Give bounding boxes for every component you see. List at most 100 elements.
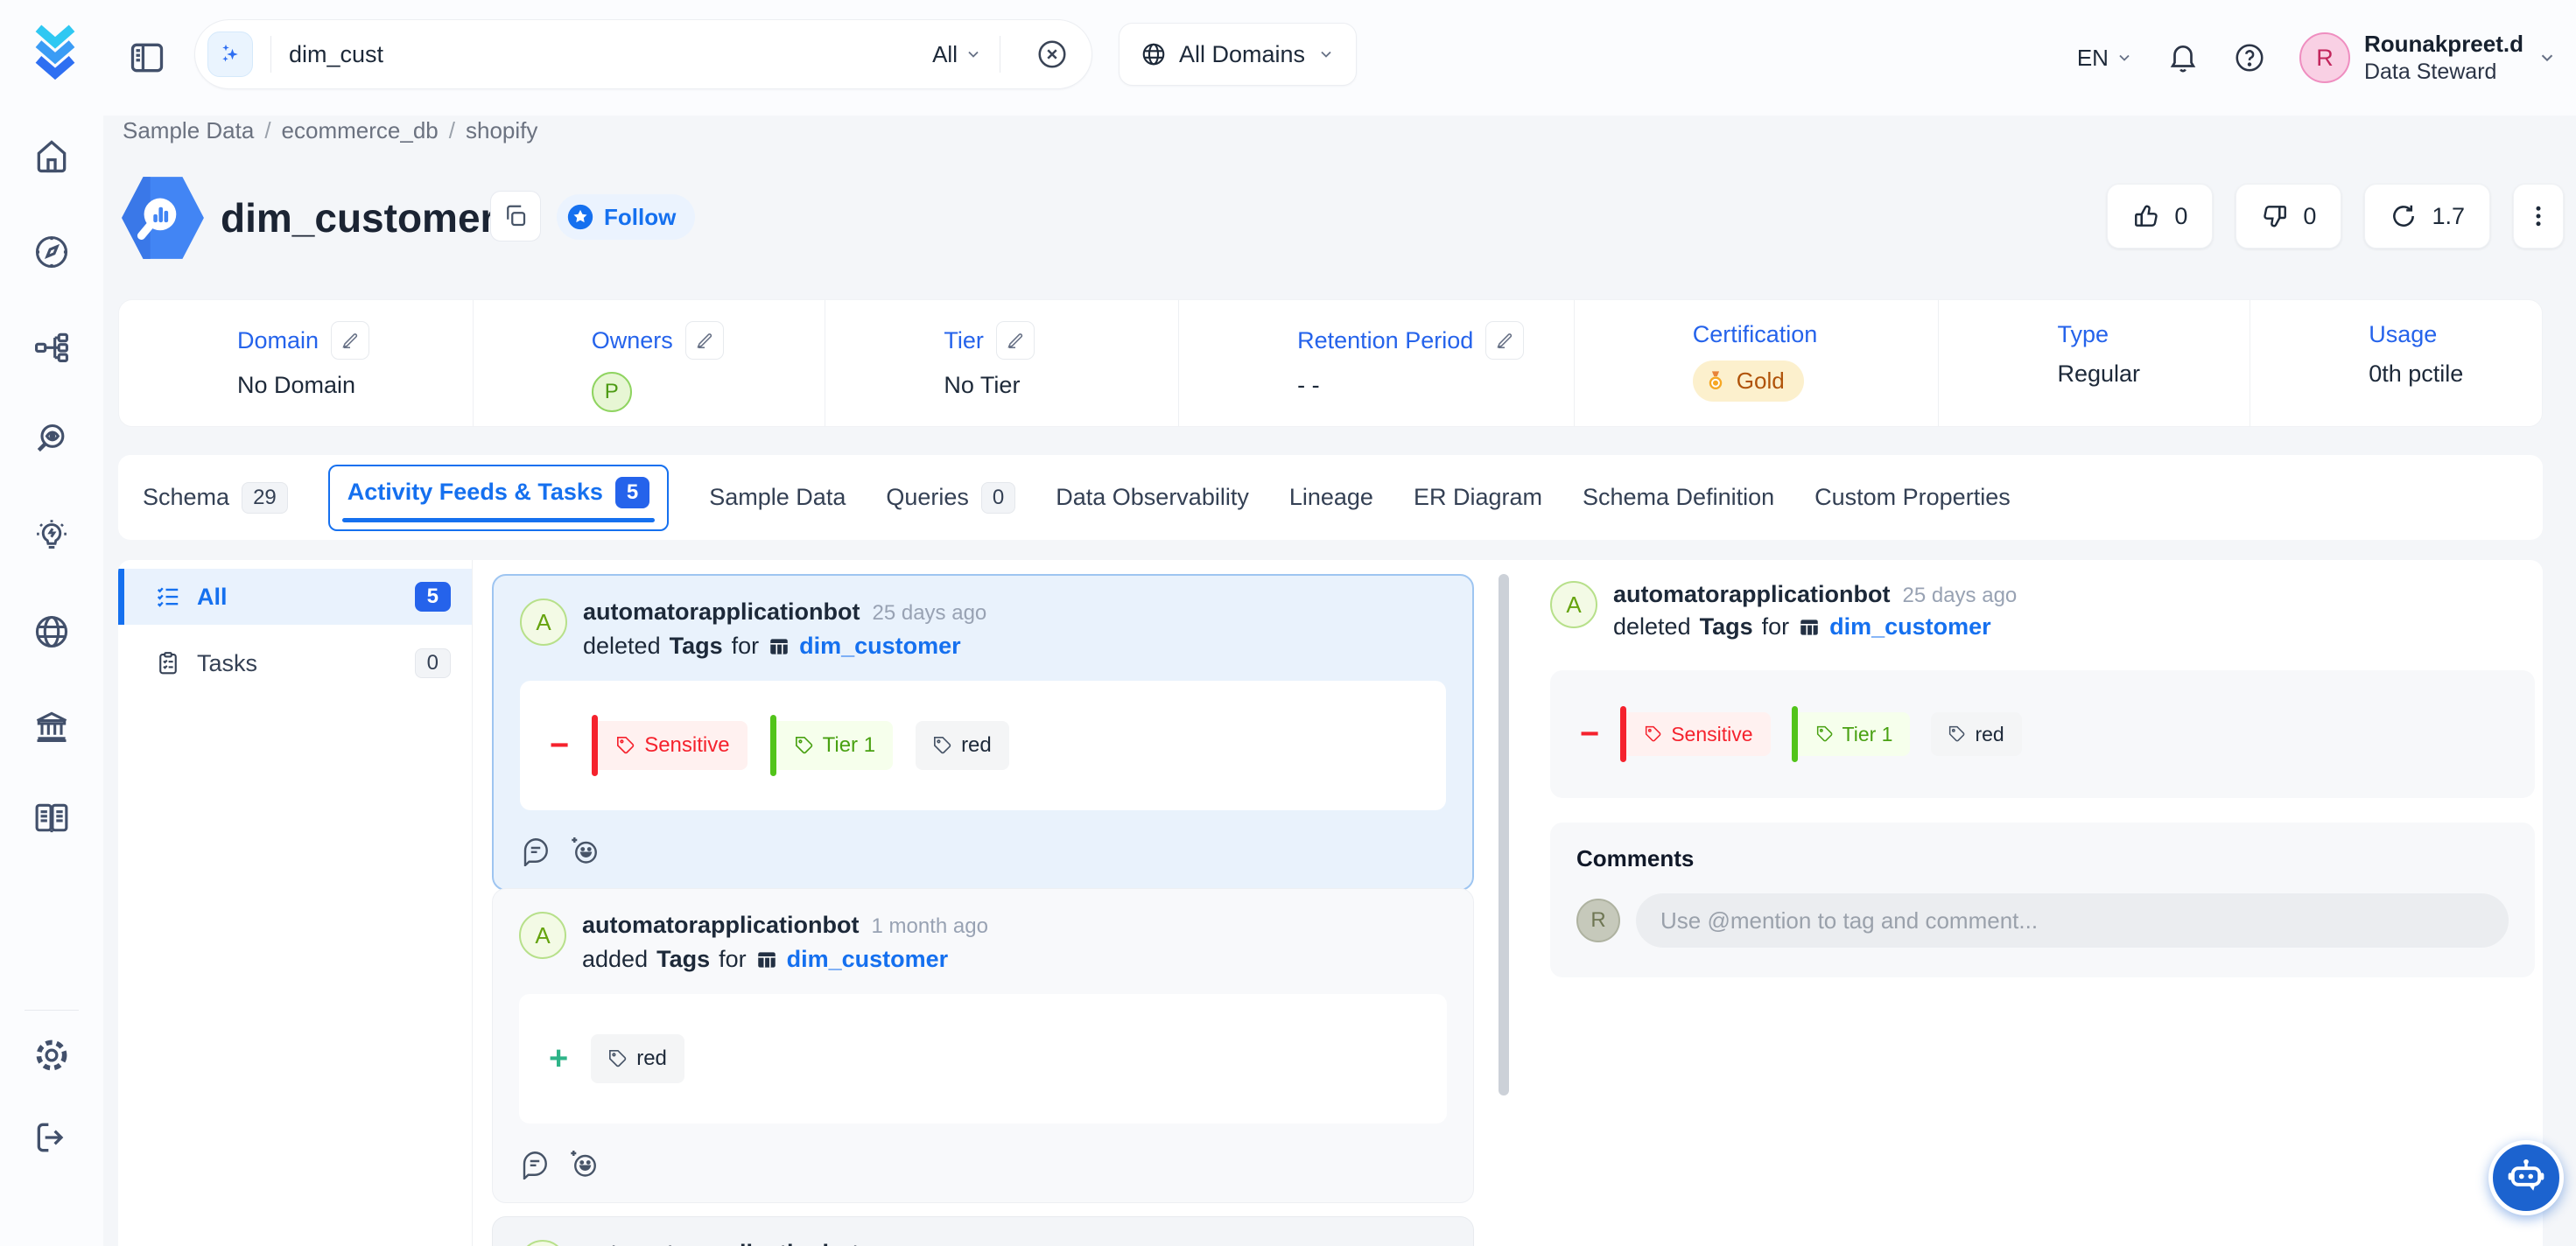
add-reaction-icon[interactable] — [569, 835, 600, 866]
nav-glossary-icon[interactable] — [32, 799, 71, 837]
meta-type: Type Regular — [1938, 300, 2250, 426]
version-button[interactable]: 1.7 — [2364, 184, 2490, 248]
feed-detail-panel: A automatorapplicationbot 25 days ago de… — [1550, 581, 2535, 977]
downvote-button[interactable]: 0 — [2236, 184, 2341, 248]
feed-filter-tasks[interactable]: Tasks 0 — [118, 635, 472, 691]
tab-er-diagram[interactable]: ER Diagram — [1414, 484, 1542, 511]
tab-count: 5 — [615, 477, 649, 508]
follow-button[interactable]: Follow — [557, 194, 695, 240]
pencil-icon — [340, 331, 360, 350]
search-scope-dropdown[interactable]: All — [932, 41, 982, 68]
feed-scrollbar[interactable] — [1499, 574, 1509, 1096]
entity-link[interactable]: dim_customer — [799, 633, 961, 660]
feed-card-added-tags[interactable]: A automatorapplicationbot 1 month ago ad… — [492, 888, 1474, 1203]
tag-chip-red[interactable]: red — [591, 1034, 684, 1083]
reply-comment-icon[interactable] — [520, 835, 551, 866]
all-domains-dropdown[interactable]: All Domains — [1119, 23, 1357, 86]
tag-chip-sensitive[interactable]: Sensitive — [592, 721, 747, 770]
bot-avatar: A — [1550, 581, 1597, 628]
chatbot-button[interactable] — [2488, 1140, 2564, 1215]
certification-value: Gold — [1737, 368, 1785, 395]
ai-sparkle-icon[interactable] — [207, 32, 253, 77]
tab-sample-data[interactable]: Sample Data — [709, 484, 846, 511]
feed-timestamp: 25 days ago — [873, 601, 987, 626]
tag-chip-red[interactable]: red — [916, 721, 1009, 770]
breadcrumb-item-database[interactable]: ecommerce_db — [282, 117, 439, 144]
nav-settings-icon[interactable] — [32, 1036, 71, 1074]
tag-label: Tier 1 — [823, 733, 875, 758]
tab-lineage[interactable]: Lineage — [1289, 484, 1373, 511]
feed-author[interactable]: automatorapplicationbot — [582, 1240, 860, 1246]
tab-schema-definition[interactable]: Schema Definition — [1583, 484, 1774, 511]
tab-label: Schema — [143, 484, 229, 511]
feed-author[interactable]: automatorapplicationbot — [583, 598, 860, 626]
chevron-down-icon — [965, 46, 982, 63]
comment-input[interactable] — [1636, 893, 2509, 948]
language-dropdown[interactable]: EN — [2077, 45, 2133, 72]
comments-title: Comments — [1576, 845, 2509, 872]
tab-activity-feeds[interactable]: Activity Feeds & Tasks 5 — [328, 465, 669, 531]
owner-avatar[interactable]: P — [592, 372, 632, 412]
nav-explore-icon[interactable] — [32, 233, 71, 271]
tag-chip-tier1[interactable]: Tier 1 — [770, 721, 893, 770]
feed-card-list: A automatorapplicationbot 25 days ago de… — [492, 560, 1474, 1246]
tag-chip-red[interactable]: red — [1931, 712, 2021, 756]
tab-queries[interactable]: Queries 0 — [886, 482, 1015, 514]
tag-icon — [608, 1049, 628, 1068]
meta-certification: Certification Gold — [1574, 300, 1939, 426]
search-clear-icon[interactable] — [1035, 38, 1069, 71]
global-search[interactable]: dim_cust All — [194, 19, 1092, 89]
breadcrumb-item-schema[interactable]: shopify — [466, 117, 537, 144]
tab-label: ER Diagram — [1414, 484, 1542, 511]
entity-link[interactable]: dim_customer — [787, 946, 949, 973]
tab-label: Data Observability — [1056, 484, 1249, 511]
help-icon[interactable] — [2233, 41, 2266, 74]
search-input[interactable]: dim_cust — [289, 41, 932, 68]
nav-domains-icon[interactable] — [32, 612, 71, 651]
reply-comment-icon[interactable] — [519, 1148, 551, 1180]
tab-schema[interactable]: Schema 29 — [143, 482, 288, 514]
feed-author[interactable]: automatorapplicationbot — [582, 912, 860, 939]
nav-governance-icon[interactable] — [32, 707, 71, 746]
feed-card-deleted-tags[interactable]: A automatorapplicationbot 25 days ago de… — [492, 574, 1474, 891]
feed-card-partial[interactable]: A automatorapplicationbot — [492, 1216, 1474, 1246]
version-history-icon — [2390, 202, 2418, 230]
usage-value: 0th pctile — [2369, 360, 2542, 388]
table-icon — [1798, 616, 1821, 639]
meta-retention: Retention Period - - — [1178, 300, 1574, 426]
edit-tier-button[interactable] — [996, 321, 1035, 360]
all-domains-label: All Domains — [1179, 41, 1305, 68]
add-reaction-icon[interactable] — [568, 1148, 600, 1180]
tag-diff-panel: + red — [519, 994, 1447, 1124]
nav-observability-icon[interactable] — [32, 421, 71, 459]
nav-logout-icon[interactable] — [32, 1118, 71, 1157]
more-options-button[interactable] — [2513, 184, 2564, 248]
copy-name-button[interactable] — [490, 191, 541, 242]
edit-domain-button[interactable] — [331, 321, 369, 360]
notifications-bell-icon[interactable] — [2166, 41, 2200, 74]
tab-label: Queries — [886, 484, 969, 511]
upvote-button[interactable]: 0 — [2107, 184, 2213, 248]
detail-preposition: for — [1762, 613, 1790, 640]
nav-topology-icon[interactable] — [32, 328, 71, 367]
breadcrumb-item-service[interactable]: Sample Data — [123, 117, 254, 144]
nav-insights-icon[interactable] — [32, 517, 71, 556]
edit-owners-button[interactable] — [685, 321, 724, 360]
thumbs-up-icon — [2132, 202, 2160, 230]
meta-owners: Owners P — [473, 300, 825, 426]
entity-link[interactable]: dim_customer — [1829, 613, 1991, 640]
sidebar-toggle-icon[interactable] — [128, 38, 166, 77]
app-logo[interactable] — [28, 23, 82, 80]
retention-value: - - — [1297, 372, 1574, 399]
feed-filter-all[interactable]: All 5 — [118, 569, 472, 625]
tab-data-observability[interactable]: Data Observability — [1056, 484, 1249, 511]
filter-count: 5 — [415, 582, 451, 612]
nav-home-icon[interactable] — [32, 136, 71, 175]
detail-author[interactable]: automatorapplicationbot — [1613, 581, 1891, 608]
tag-chip-sensitive[interactable]: Sensitive — [1620, 712, 1770, 756]
edit-retention-button[interactable] — [1485, 321, 1524, 360]
user-menu[interactable]: R Rounakpreet.d Data Steward — [2299, 30, 2557, 86]
tab-custom-properties[interactable]: Custom Properties — [1814, 484, 2011, 511]
avatar: R — [1576, 899, 1620, 942]
tag-chip-tier1[interactable]: Tier 1 — [1792, 712, 1911, 756]
